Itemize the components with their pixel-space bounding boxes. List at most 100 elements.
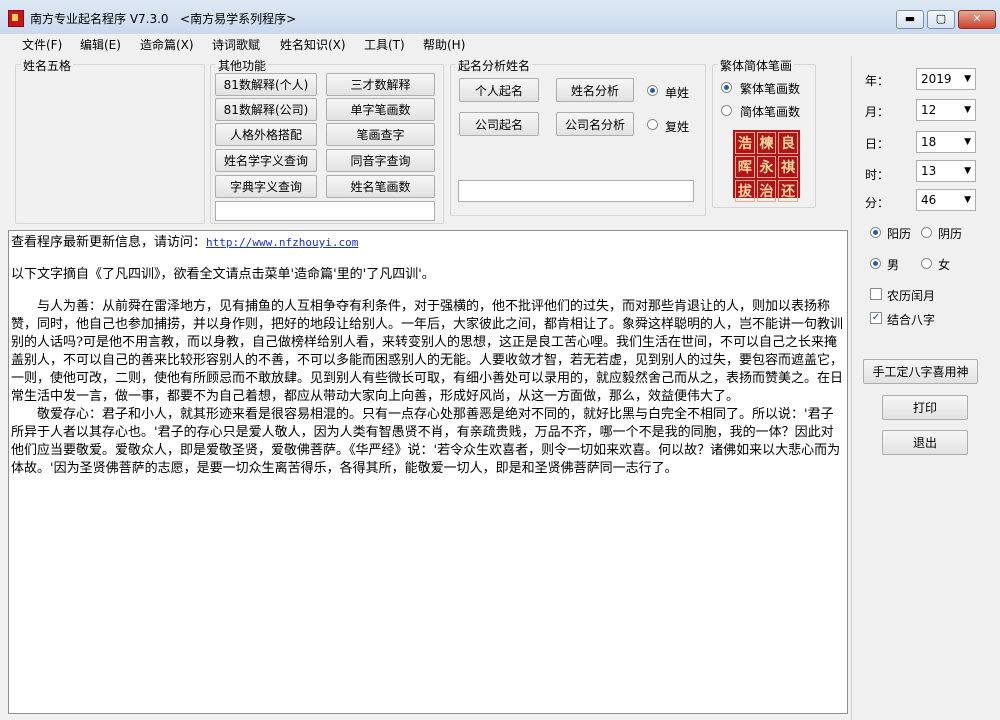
- radio-trad-strokes[interactable]: [721, 82, 732, 93]
- minimize-button[interactable]: ▬: [896, 10, 924, 29]
- menu-zaoming[interactable]: 造命篇(X): [140, 36, 194, 53]
- seal-char: 楝: [756, 132, 777, 154]
- excerpt-intro: 以下文字摘自《了凡四训》，欲看全文请点击菜单'造命篇'里的'了凡四训'。: [11, 267, 435, 282]
- btn-homophone[interactable]: 同音字查询: [326, 149, 435, 172]
- close-button[interactable]: ✕: [958, 10, 996, 29]
- radio-female[interactable]: [921, 258, 932, 269]
- btn-dictionary[interactable]: 字典字义查询: [215, 175, 317, 198]
- single-surname-label: 单姓: [665, 86, 690, 100]
- male-label: 男: [887, 258, 900, 272]
- female-label: 女: [938, 258, 951, 272]
- minute-value: 46: [921, 193, 937, 207]
- btn-stroke-lookup[interactable]: 笔画查字: [326, 123, 435, 146]
- menu-tools[interactable]: 工具(T): [364, 36, 405, 53]
- simp-strokes-label: 简体笔画数: [740, 105, 801, 119]
- seal-char: 治: [756, 180, 777, 202]
- paragraph-yuren-weishan: 与人为善：从前舜在雷泽地方，见有捕鱼的人互相争夺有利条件，对于强横的，他不批评他…: [11, 299, 844, 404]
- seal-char: 还: [778, 180, 798, 202]
- menu-name-knowledge[interactable]: 姓名知识(X): [280, 36, 346, 53]
- website-link[interactable]: http://www.nfzhouyi.com: [206, 236, 358, 249]
- radio-male[interactable]: [870, 258, 881, 269]
- day-select[interactable]: 18 ▼: [916, 131, 976, 153]
- seal-char: 拔: [735, 180, 755, 202]
- btn-company-analysis[interactable]: 公司名分析: [556, 112, 634, 136]
- window-subtitle: <南方易学系列程序>: [180, 12, 297, 26]
- seal-char: 良: [778, 132, 798, 154]
- wuge-group-label: 姓名五格: [21, 57, 74, 74]
- stroke-mode-group-label: 繁体简体笔画: [718, 57, 795, 74]
- print-button[interactable]: 打印: [882, 395, 968, 420]
- btn-company-naming[interactable]: 公司起名: [459, 112, 539, 136]
- radio-single-surname[interactable]: [647, 85, 658, 96]
- solar-label: 阳历: [887, 227, 912, 241]
- btn-name-meaning[interactable]: 姓名学字义查询: [215, 149, 317, 172]
- btn-name-strokes[interactable]: 姓名笔画数: [326, 175, 435, 198]
- menu-file[interactable]: 文件(F): [22, 36, 62, 53]
- month-select[interactable]: 12 ▼: [916, 99, 976, 121]
- content-textarea[interactable]: 查看程序最新更新信息，请访问：http://www.nfzhouyi.com 以…: [8, 230, 848, 714]
- year-select[interactable]: 2019 ▼: [916, 68, 976, 90]
- hour-label: 时：: [865, 168, 890, 182]
- btn-renge-waige[interactable]: 人格外格搭配: [215, 123, 317, 146]
- btn-single-stroke[interactable]: 单字笔画数: [326, 98, 435, 121]
- app-icon: [8, 10, 24, 27]
- year-label: 年：: [865, 74, 890, 88]
- update-prefix: 查看程序最新更新信息，请访问：: [11, 235, 207, 250]
- manual-bazi-button[interactable]: 手工定八字喜用神: [863, 359, 978, 384]
- btn-personal-naming[interactable]: 个人起名: [459, 78, 539, 102]
- chevron-down-icon: ▼: [964, 105, 971, 115]
- leap-month-label: 农历闰月: [887, 289, 936, 303]
- right-panel-divider: [851, 56, 852, 720]
- seal-char: 晖: [735, 156, 755, 178]
- title-bar: 南方专业起名程序 V7.3.0 <南方易学系列程序> ▬ ▢ ✕: [0, 0, 1000, 35]
- seal-logo: 浩 楝 良 晖 永 祺 拔 治 还: [733, 130, 800, 202]
- minute-select[interactable]: 46 ▼: [916, 189, 976, 211]
- btn-81-personal[interactable]: 81数解释(个人): [215, 73, 317, 96]
- month-value: 12: [921, 103, 937, 117]
- maximize-button[interactable]: ▢: [927, 10, 955, 29]
- menu-poetry[interactable]: 诗词歌赋: [212, 36, 260, 53]
- menu-edit[interactable]: 编辑(E): [80, 36, 121, 53]
- trad-strokes-label: 繁体笔画数: [740, 82, 801, 96]
- radio-simp-strokes[interactable]: [721, 105, 732, 116]
- other-group-label: 其他功能: [216, 57, 269, 74]
- seal-char: 浩: [735, 132, 755, 154]
- minute-label: 分：: [865, 196, 890, 210]
- chevron-down-icon: ▼: [964, 195, 971, 205]
- chevron-down-icon: ▼: [964, 137, 971, 147]
- chevron-down-icon: ▼: [964, 74, 971, 84]
- menu-bar: 文件(F) 编辑(E) 造命篇(X) 诗词歌赋 姓名知识(X) 工具(T) 帮助…: [0, 34, 1000, 54]
- leap-month-checkbox[interactable]: [870, 288, 882, 300]
- btn-81-company[interactable]: 81数解释(公司): [215, 98, 317, 121]
- day-label: 日：: [865, 137, 890, 151]
- month-label: 月：: [865, 105, 890, 119]
- seal-char: 祺: [778, 156, 798, 178]
- lunar-label: 阴历: [938, 227, 963, 241]
- btn-sancai[interactable]: 三才数解释: [326, 73, 435, 96]
- chevron-down-icon: ▼: [964, 166, 971, 176]
- hour-select[interactable]: 13 ▼: [916, 160, 976, 182]
- menu-help[interactable]: 帮助(H): [423, 36, 465, 53]
- seal-char: 永: [756, 156, 777, 178]
- window-title: 南方专业起名程序 V7.3.0 <南方易学系列程序>: [30, 10, 296, 27]
- btn-name-analysis[interactable]: 姓名分析: [556, 78, 634, 102]
- window-title-text: 南方专业起名程序 V7.3.0: [30, 12, 169, 26]
- year-value: 2019: [921, 72, 952, 86]
- day-value: 18: [921, 135, 937, 149]
- analysis-group-label: 起名分析姓名: [456, 57, 533, 74]
- double-surname-label: 复姓: [665, 120, 690, 134]
- bazi-label: 结合八字: [887, 313, 936, 327]
- wuge-group: [15, 64, 205, 224]
- hour-value: 13: [921, 164, 937, 178]
- radio-lunar[interactable]: [921, 227, 932, 238]
- other-input[interactable]: [215, 201, 435, 221]
- radio-double-surname[interactable]: [647, 119, 658, 130]
- update-line: 查看程序最新更新信息，请访问：http://www.nfzhouyi.com: [11, 234, 845, 252]
- paragraph-jingai-cunxin: 敬爱存心：君子和小人，就其形迹来看是很容易相混的。只有一点存心处那善恶是绝对不同…: [11, 407, 841, 476]
- radio-solar[interactable]: [870, 227, 881, 238]
- exit-button[interactable]: 退出: [882, 430, 968, 455]
- bazi-checkbox[interactable]: ✓: [870, 312, 882, 324]
- analysis-input[interactable]: [458, 180, 694, 202]
